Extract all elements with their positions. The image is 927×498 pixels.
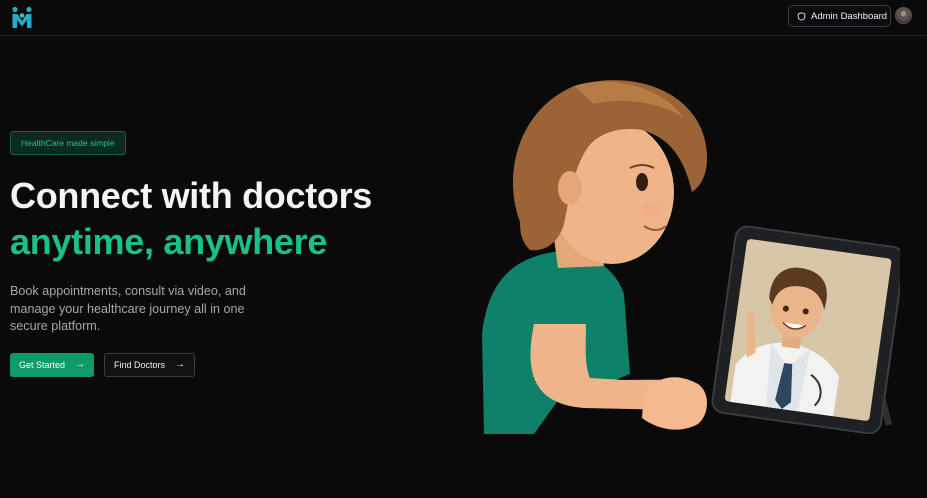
girl-hands [642,377,707,430]
hero-title-line1: Connect with doctors [10,175,372,216]
tagline-text: HealthCare made simple [21,138,115,148]
find-doctors-button[interactable]: Find Doctors → [104,353,195,377]
get-started-label: Get Started [18,360,66,370]
find-doctors-label: Find Doctors [113,360,166,370]
admin-dashboard-button[interactable]: Admin Dashboard [788,5,891,27]
hero-title-line2: anytime, anywhere [10,221,328,262]
arrow-right-icon: → [175,359,186,370]
arrow-right-icon: → [75,359,86,370]
shield-icon [797,11,806,21]
user-avatar[interactable] [895,7,912,24]
hero-description: Book appointments, consult via video, an… [10,284,246,333]
top-navbar: Admin Dashboard [0,0,927,36]
hero-illustration [482,80,900,434]
tablet [711,225,900,434]
get-started-button[interactable]: Get Started → [10,353,94,377]
tagline-badge: HealthCare made simple [10,131,126,155]
people-logo-icon[interactable] [10,5,34,29]
admin-dashboard-label: Admin Dashboard [811,10,888,22]
